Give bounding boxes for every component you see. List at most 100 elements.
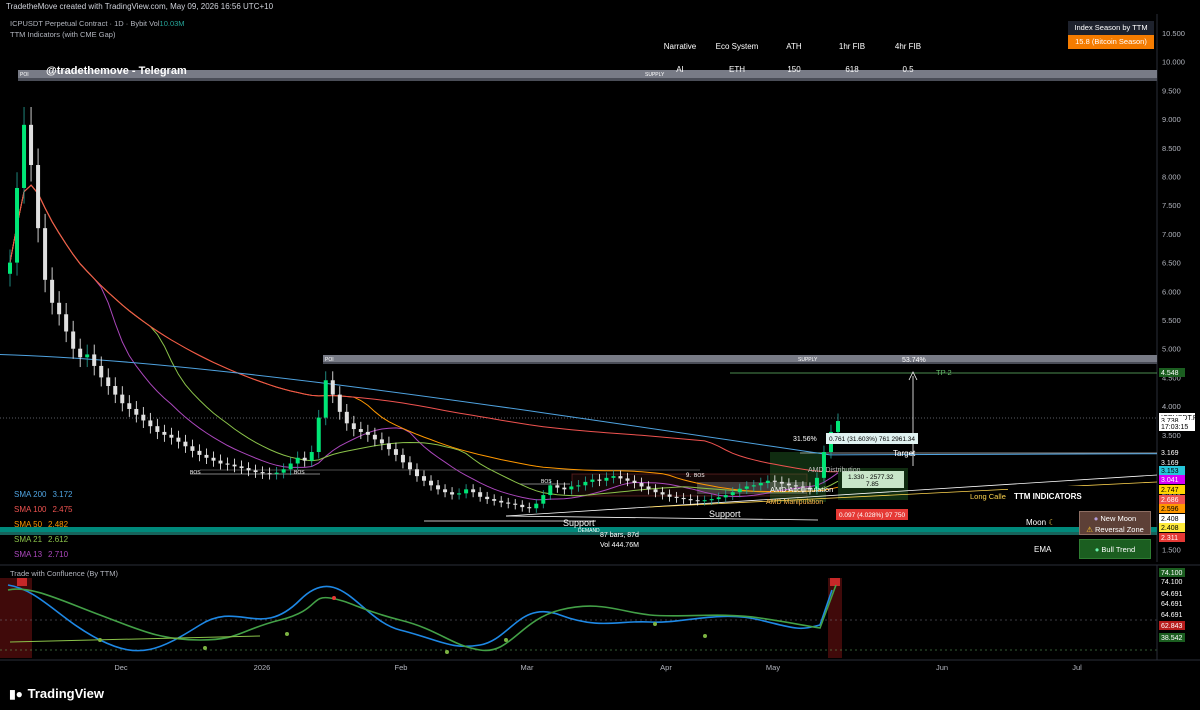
sma-name: SMA 100 [14,505,47,514]
candle-body [660,492,665,495]
osc-tag-bg [1159,599,1185,608]
osc-tag-label: 64.691 [1161,601,1183,608]
candle-body [653,489,658,493]
info-header: ATH [786,42,802,51]
candle-body [492,499,497,501]
price-axis-label: 4.000 [1162,402,1181,411]
candle-body [681,497,686,500]
oscillator-title[interactable]: Trade with Confluence (By TTM) [10,569,118,578]
symbol-line[interactable]: ICPUSDT Perpetual Contract · 1D · Bybit … [10,19,185,28]
moon-label-text: Moon [1026,518,1047,527]
candle-body [450,492,455,495]
candle-body [393,449,398,455]
candle-body [485,496,490,500]
price-chart[interactable]: POI SUPPLYPOI SUPPLYDEMAND TP 253.74%Targe… [0,0,1200,562]
candle-body [120,394,125,404]
indicator-title[interactable]: TTM Indicators (with CME Gap) [10,30,115,39]
candle-body [190,446,195,451]
sma-50-row[interactable]: SMA 50 2.482 [14,517,73,532]
info-header: Narrative [663,42,697,51]
osc-highlight-right [828,578,842,658]
measure-label-2b: 7.85 [866,481,879,488]
price-axis-label: 7.000 [1162,230,1181,239]
candle-body [323,380,328,418]
candle-body [260,472,265,474]
trend-dot-icon: ● [1094,545,1100,554]
candle-body [583,481,588,486]
osc-tag-label: 64.691 [1161,612,1183,619]
candle-body [197,450,202,455]
candle-body [611,476,616,478]
trend-status-box: ● Bull Trend [1079,539,1151,559]
price-tag-label: 2.311 [1161,535,1178,542]
index-season-title: Index Season by TTM [1068,21,1154,35]
price-axis-label: 5.000 [1162,345,1181,354]
info-header: 1hr FIB [838,42,866,51]
bos-label-1: BOS [190,470,201,476]
osc-marker-left [17,578,27,586]
tp2-label: TP 2 [936,368,952,377]
time-axis-label: Jun [936,663,948,672]
candle-body [274,472,279,474]
candle-body [36,165,41,229]
poi-label-top: POI [20,72,29,78]
candle-body [295,457,300,464]
poi-supply-zone-top-lower [18,78,1157,81]
candle-body [499,500,504,503]
price-tag-label: 3.169 [1161,450,1179,457]
osc-tag-label: 74.100 [1161,570,1183,577]
sma-value: 2.482 [48,520,69,529]
candle-body [232,464,237,467]
candle-body [765,480,770,484]
sma-200-row[interactable]: SMA 200 3.172 [14,487,73,502]
supply-label-mid: SUPPLY [798,357,818,363]
candle-body [400,454,405,463]
candle-body [169,434,174,438]
tradingview-logo[interactable]: ▮● TradingView [8,686,104,701]
candle-body [625,478,630,481]
candle-body [443,489,448,493]
price-tag-label: 3.169 [1161,460,1179,467]
candle-body [316,417,321,453]
candle-body [372,434,377,440]
time-axis-label: Jul [1072,663,1082,672]
osc-dot-red [332,596,336,600]
candle-body [337,394,342,412]
candle-body [414,469,419,477]
move-percent-label: 31.56% [793,436,817,443]
fib-small-label: 9. [686,473,691,479]
watermark-text: @tradethemove - Telegram [46,65,187,77]
osc-tag-label: 64.691 [1161,591,1183,598]
time-axis-label: Mar [521,663,534,672]
sma-100-row[interactable]: SMA 100 2.475 [14,502,73,517]
price-tag-label: 2.747 [1161,487,1179,494]
candle-body [758,483,763,486]
candle-body [57,302,62,315]
sma-13-row[interactable]: SMA 13 2.710 [14,547,73,562]
candle-body [422,476,426,481]
candle-body [29,124,34,166]
candle-body [506,502,511,504]
measure-label-3: 0.097 (4.028%) 97 750 [839,512,906,519]
index-season-value: 15.8 (Bitcoin Season) [1068,35,1154,49]
time-axis-label: Dec [114,663,128,672]
amd-manipulation-label: AMD Manipulation [766,499,823,506]
candle-body [330,380,335,395]
candle-body [751,485,756,487]
info-header: Eco System [715,42,759,51]
candle-body [106,377,111,387]
long-call-label: Long Calle [970,492,1006,501]
osc-tag-bg [1159,568,1185,577]
demand-label: DEMAND [578,528,600,534]
candle-body [695,500,700,502]
osc-dot [285,632,289,636]
candle-body [148,420,153,427]
sma-100-line [9,184,838,473]
candle-body [211,457,216,461]
sma-21-row[interactable]: SMA 21 2.612 [14,532,73,547]
candle-body [155,426,160,432]
candle-body [183,441,188,447]
candle-body [555,485,560,488]
symbol-text: ICPUSDT Perpetual Contract · 1D · Bybit [10,19,147,28]
candle-body [407,462,412,470]
